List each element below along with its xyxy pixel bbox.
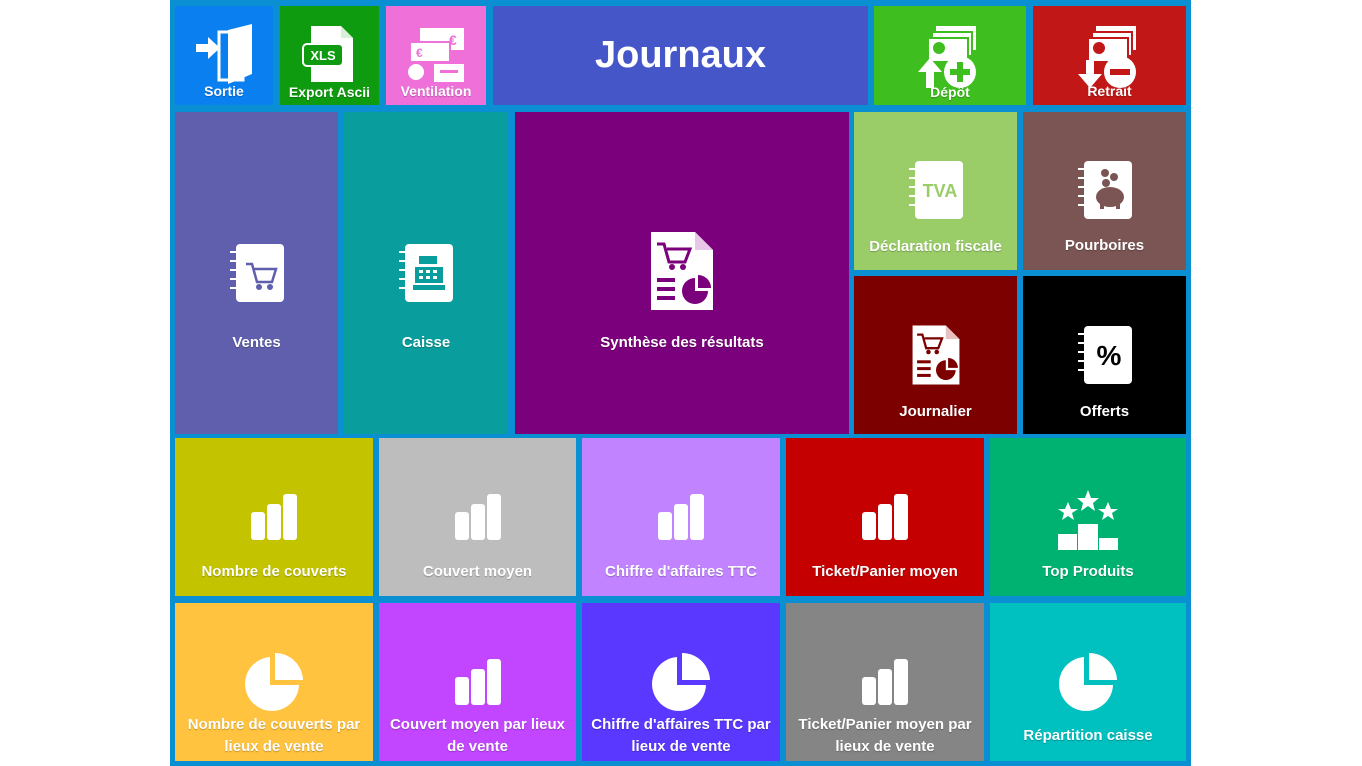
avg-ticket-by-place-label: Ticket/Panier moyen par lieux de vente <box>798 716 972 755</box>
bar-chart-icon <box>379 657 576 705</box>
offered-label: Offerts <box>1079 403 1130 420</box>
svg-text:%: % <box>1096 340 1121 371</box>
journals-board: Sortie XLS Export Ascii € € Ventilation … <box>170 0 1191 766</box>
cash-label: Caisse <box>401 334 451 351</box>
pie-chart-icon <box>990 651 1186 713</box>
money-withdraw-icon <box>1033 24 1186 88</box>
export-ascii-label: Export Ascii <box>288 84 371 100</box>
deposit-label: Dépôt <box>930 84 970 100</box>
average-cover-button[interactable]: Couvert moyen <box>379 438 576 596</box>
cash-journal-button[interactable]: Caisse <box>344 112 508 434</box>
withdraw-label: Retrait <box>1087 83 1132 99</box>
avg-cover-label: Couvert moyen <box>422 563 533 580</box>
average-ticket-button[interactable]: Ticket/Panier moyen <box>786 438 984 596</box>
xls-file-icon: XLS <box>280 24 379 84</box>
money-split-icon: € € <box>386 24 486 84</box>
cash-split-label: Répartition caisse <box>1023 727 1153 744</box>
offered-button[interactable]: % Offerts <box>1023 276 1186 434</box>
results-summary-button[interactable]: Synthèse des résultats <box>515 112 849 434</box>
report-cart-pie-icon <box>854 324 1017 386</box>
tax-label: Déclaration fiscale <box>869 238 1002 255</box>
sales-label: Ventes <box>232 334 281 351</box>
revenue-by-place-button[interactable]: Chiffre d'affaires TTC par lieux de vent… <box>582 603 780 761</box>
exit-label: Sortie <box>204 83 244 99</box>
notebook-percent-icon: % <box>1023 324 1186 386</box>
revenue-label: Chiffre d'affaires TTC <box>605 563 757 580</box>
notebook-cart-icon <box>175 242 338 304</box>
bar-chart-icon <box>175 492 373 540</box>
revenue-by-place-label: Chiffre d'affaires TTC par lieux de vent… <box>591 716 771 755</box>
svg-text:€: € <box>416 46 423 60</box>
tips-button[interactable]: Pourboires <box>1023 112 1186 270</box>
covers-by-place-button[interactable]: Nombre de couverts par lieux de vente <box>175 603 373 761</box>
export-ascii-button[interactable]: XLS Export Ascii <box>280 6 379 105</box>
covers-by-place-label: Nombre de couverts par lieux de vente <box>187 716 361 755</box>
bar-chart-icon <box>786 657 984 705</box>
svg-text:TVA: TVA <box>922 181 957 201</box>
cash-split-button[interactable]: Répartition caisse <box>990 603 1186 761</box>
pie-chart-icon <box>582 651 780 713</box>
daily-label: Journalier <box>899 403 972 420</box>
deposit-button[interactable]: Dépôt <box>874 6 1026 105</box>
podium-stars-icon <box>990 488 1186 550</box>
withdraw-button[interactable]: Retrait <box>1033 6 1186 105</box>
covers-count-button[interactable]: Nombre de couverts <box>175 438 373 596</box>
money-deposit-icon <box>874 24 1026 88</box>
notebook-register-icon <box>344 242 508 304</box>
covers-label: Nombre de couverts <box>201 563 347 580</box>
avg-cover-by-place-label: Couvert moyen par lieux de vente <box>389 716 566 755</box>
sales-journal-button[interactable]: Ventes <box>175 112 338 434</box>
average-ticket-by-place-button[interactable]: Ticket/Panier moyen par lieux de vente <box>786 603 984 761</box>
top-products-button[interactable]: Top Produits <box>990 438 1186 596</box>
bar-chart-icon <box>786 492 984 540</box>
notebook-piggy-icon <box>1023 159 1186 221</box>
pie-chart-icon <box>175 651 373 713</box>
daily-journal-button[interactable]: Journalier <box>854 276 1017 434</box>
notebook-tva-icon: TVA <box>854 159 1017 221</box>
page-title: Journaux <box>493 6 868 105</box>
svg-text:XLS: XLS <box>310 48 336 63</box>
revenue-button[interactable]: Chiffre d'affaires TTC <box>582 438 780 596</box>
exit-button[interactable]: Sortie <box>175 6 273 105</box>
summary-label: Synthèse des résultats <box>600 334 764 351</box>
bar-chart-icon <box>582 492 780 540</box>
avg-ticket-label: Ticket/Panier moyen <box>812 563 958 580</box>
ventilation-button[interactable]: € € Ventilation <box>386 6 486 105</box>
tips-label: Pourboires <box>1064 237 1145 254</box>
top-products-label: Top Produits <box>1042 563 1134 580</box>
ventilation-label: Ventilation <box>400 83 472 99</box>
tax-declaration-button[interactable]: TVA Déclaration fiscale <box>854 112 1017 270</box>
average-cover-by-place-button[interactable]: Couvert moyen par lieux de vente <box>379 603 576 761</box>
door-exit-icon <box>175 24 273 86</box>
bar-chart-icon <box>379 492 576 540</box>
report-cart-pie-icon <box>515 230 849 312</box>
